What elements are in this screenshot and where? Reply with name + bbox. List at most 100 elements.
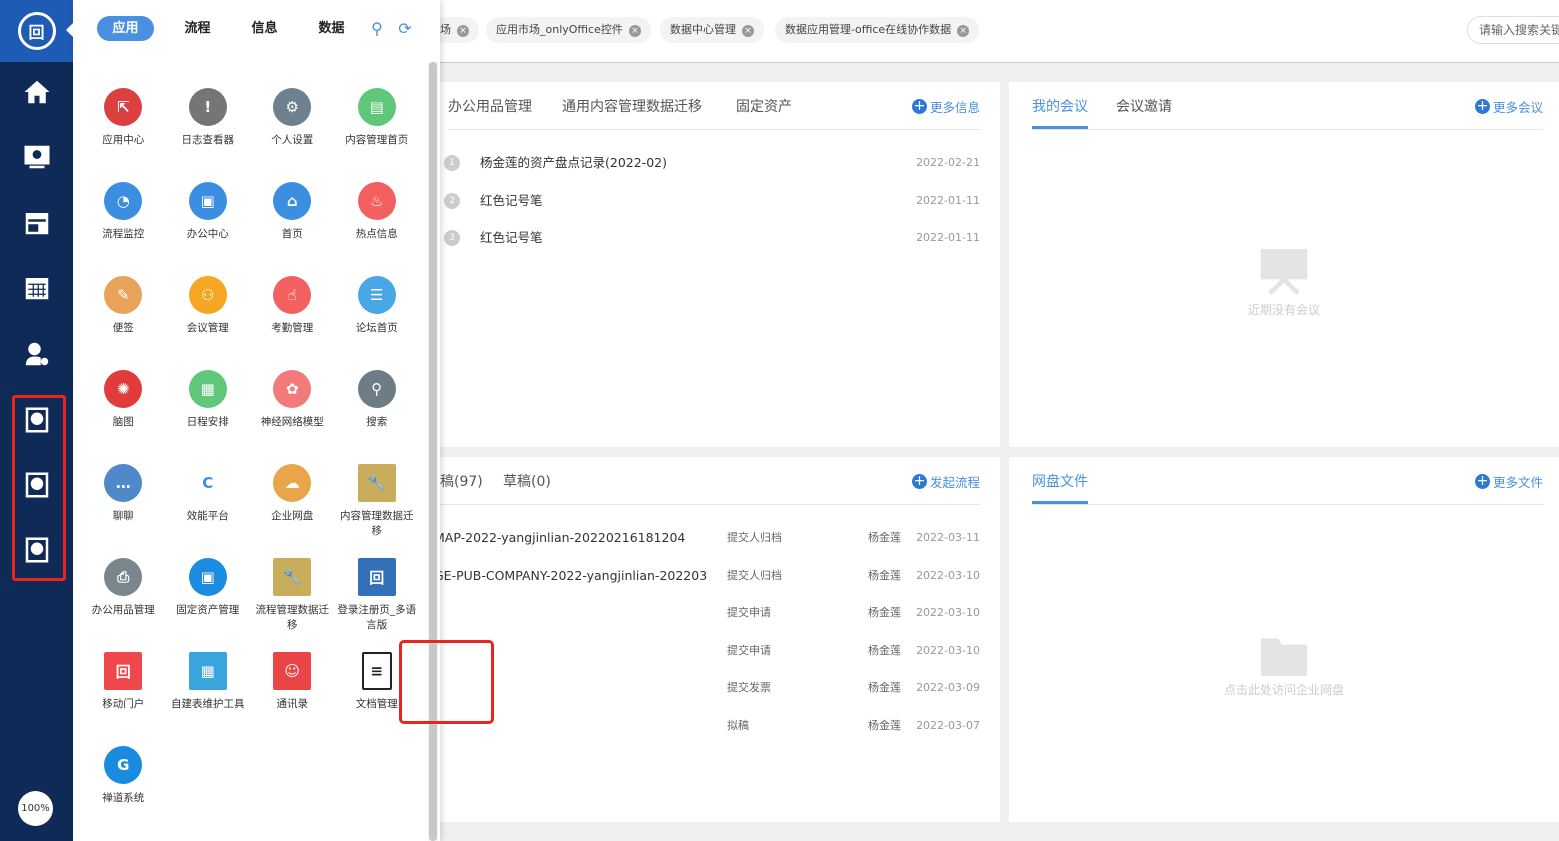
- tab-disk-files[interactable]: 网盘文件: [1032, 471, 1088, 504]
- app-item[interactable]: ◔ 流程监控: [81, 182, 166, 276]
- tab-my-meetings[interactable]: 我的会议: [1032, 96, 1088, 129]
- tab-apps[interactable]: 应用: [97, 16, 154, 41]
- app-item[interactable]: ▦ 日程安排: [166, 370, 251, 464]
- app-item[interactable]: ⌂ 首页: [250, 182, 335, 276]
- table-row[interactable]: 提交申请 杨金莲 2022-03-10: [440, 603, 980, 623]
- table-row[interactable]: GE-PUB-COMPANY-2022-yangjinlian-202203 提交…: [434, 566, 980, 586]
- app-item[interactable]: 🔧 流程管理数据迁移: [250, 558, 335, 652]
- list-item[interactable]: 1 杨金莲的资产盘点记录(2022-02) 2022-02-21: [440, 153, 980, 173]
- logo-icon: 回: [17, 12, 56, 50]
- app-item[interactable]: ✎ 便签: [81, 276, 166, 370]
- tab-chip[interactable]: 数据应用管理-office在线协作数据 ×: [775, 17, 980, 43]
- app-item[interactable]: ▣ 办公中心: [166, 182, 251, 276]
- app-item[interactable]: ☺ 通讯录: [250, 652, 335, 746]
- app-label: 会议管理: [186, 322, 229, 334]
- tab-flow[interactable]: 流程: [164, 16, 231, 41]
- table-row[interactable]: 提交申请 杨金莲 2022-03-10: [440, 641, 980, 661]
- table-row[interactable]: 提交发票 杨金莲 2022-03-09: [440, 678, 980, 698]
- calendar-icon[interactable]: [0, 268, 73, 308]
- app-grid: ⇱ 应用中心! 日志查看器 ⚙ 个人设置 ▤ 内容管理首页 ◔ 流程监控 ▣ 办公中心 ⌂ 首页 ♨ 热点信…: [81, 88, 419, 840]
- more-info-link[interactable]: + 更多信息: [911, 97, 980, 116]
- search-input[interactable]: 请输入搜索关键: [1467, 16, 1559, 44]
- app-label: 个人设置: [271, 134, 314, 146]
- tab-data[interactable]: 数据: [298, 16, 365, 41]
- app-icon: ⚙: [273, 88, 312, 126]
- disk-panel: 网盘文件 + 更多文件 点击此处访问企业网盘: [1009, 457, 1559, 822]
- tab-chip[interactable]: 数据中心管理 ×: [660, 17, 764, 43]
- app-item[interactable]: G 禅道系统: [81, 746, 166, 840]
- app-item[interactable]: ▤ 内容管理首页: [335, 88, 420, 182]
- app-item[interactable]: ⚲ 搜索: [335, 370, 420, 464]
- tab-chip[interactable]: 应用市场_onlyOffice控件 ×: [486, 17, 651, 43]
- app-item[interactable]: ✺ 脑图: [81, 370, 166, 464]
- more-meetings-link[interactable]: + 更多会议: [1474, 97, 1543, 116]
- highlight-box: [399, 640, 494, 724]
- top-bar: 场 × 应用市场_onlyOffice控件 × 数据中心管理 × 数据应用管理-off…: [430, 0, 1559, 63]
- tab-content-migration[interactable]: 通用内容管理数据迁移: [562, 96, 702, 116]
- more-files-link[interactable]: + 更多文件: [1474, 472, 1543, 491]
- app-item[interactable]: ▣ 固定资产管理: [166, 558, 251, 652]
- close-icon[interactable]: ×: [957, 25, 970, 37]
- app-label: 论坛首页: [355, 322, 398, 334]
- tab-sent[interactable]: 稿(97): [440, 471, 483, 491]
- list-item[interactable]: 3 红色记号笔 2022-01-11: [440, 228, 980, 248]
- logo[interactable]: 回: [0, 0, 74, 62]
- row-number: 2: [444, 192, 460, 209]
- tab-meeting-invites[interactable]: 会议邀请: [1116, 96, 1172, 116]
- home-icon[interactable]: [0, 72, 73, 112]
- empty-disk[interactable]: 点击此处访问企业网盘: [1184, 632, 1384, 698]
- zoom-level[interactable]: 100%: [18, 791, 53, 826]
- app-icon: ⚇: [188, 276, 227, 314]
- app-icon: 回: [104, 652, 143, 690]
- app-item[interactable]: ⚇ 会议管理: [166, 276, 251, 370]
- office-icon[interactable]: [0, 137, 73, 177]
- tab-office-supplies[interactable]: 办公用品管理: [448, 96, 532, 116]
- flow-date: 2022-03-07: [916, 718, 980, 732]
- app-item[interactable]: ☁ 企业网盘: [250, 464, 335, 558]
- app-label: 热点信息: [355, 228, 398, 240]
- presentation-icon: [1260, 249, 1308, 295]
- tab-drafts[interactable]: 草稿(0): [503, 471, 551, 491]
- app-item[interactable]: 回移动门户: [81, 652, 166, 746]
- calendar-news-icon[interactable]: [0, 203, 73, 243]
- app-item[interactable]: 回登录注册页_多语言版: [335, 558, 420, 652]
- app-item[interactable]: C 效能平台: [166, 464, 251, 558]
- app-icon: ⇱: [104, 88, 143, 126]
- flow-status: 提交人归档: [727, 568, 782, 582]
- close-icon[interactable]: ×: [628, 25, 641, 37]
- app-item[interactable]: ☝ 考勤管理: [250, 276, 335, 370]
- tab-chip-label: 场: [440, 23, 451, 36]
- flow-title: MAP-2022-yangjinlian-20220216181204: [434, 530, 686, 545]
- app-item[interactable]: … 聊聊: [81, 464, 166, 558]
- more-info-label: 更多信息: [929, 100, 980, 115]
- app-label: 通讯录: [276, 698, 309, 710]
- flow-user: 杨金莲: [868, 568, 901, 582]
- scrollbar[interactable]: [428, 62, 438, 841]
- row-date: 2022-02-21: [916, 156, 980, 169]
- app-item[interactable]: ✿ 神经网络模型: [250, 370, 335, 464]
- refresh-icon[interactable]: ⟳: [396, 20, 414, 38]
- app-item[interactable]: ⇱ 应用中心: [81, 88, 166, 182]
- tab-fixed-assets[interactable]: 固定资产: [736, 96, 792, 116]
- app-icon: ≡: [361, 652, 392, 690]
- app-item[interactable]: 🔧 内容管理数据迁移: [335, 464, 420, 558]
- app-item[interactable]: ! 日志查看器: [166, 88, 251, 182]
- app-label: 流程管理数据迁移: [255, 604, 330, 631]
- app-icon: ⌂: [273, 182, 312, 220]
- search-icon[interactable]: ⚲: [368, 20, 386, 38]
- app-item[interactable]: ⎙ 办公用品管理: [81, 558, 166, 652]
- user-settings-icon[interactable]: [0, 334, 73, 374]
- table-row[interactable]: MAP-2022-yangjinlian-20220216181204 提交人归档…: [434, 528, 980, 548]
- start-flow-link[interactable]: + 发起流程: [911, 472, 980, 491]
- table-row[interactable]: 拟稿 杨金莲 2022-03-07: [440, 716, 980, 736]
- app-item[interactable]: ☰ 论坛首页: [335, 276, 420, 370]
- tab-info[interactable]: 信息: [231, 16, 298, 41]
- app-item[interactable]: ⚙ 个人设置: [250, 88, 335, 182]
- app-item[interactable]: ▦ 自建表维护工具: [166, 652, 251, 746]
- app-item[interactable]: ♨ 热点信息: [335, 182, 420, 276]
- close-icon[interactable]: ×: [457, 25, 469, 37]
- close-icon[interactable]: ×: [742, 25, 754, 37]
- list-item[interactable]: 2 红色记号笔 2022-01-11: [440, 191, 980, 211]
- row-number: 1: [444, 155, 460, 171]
- app-icon: ✎: [104, 276, 143, 314]
